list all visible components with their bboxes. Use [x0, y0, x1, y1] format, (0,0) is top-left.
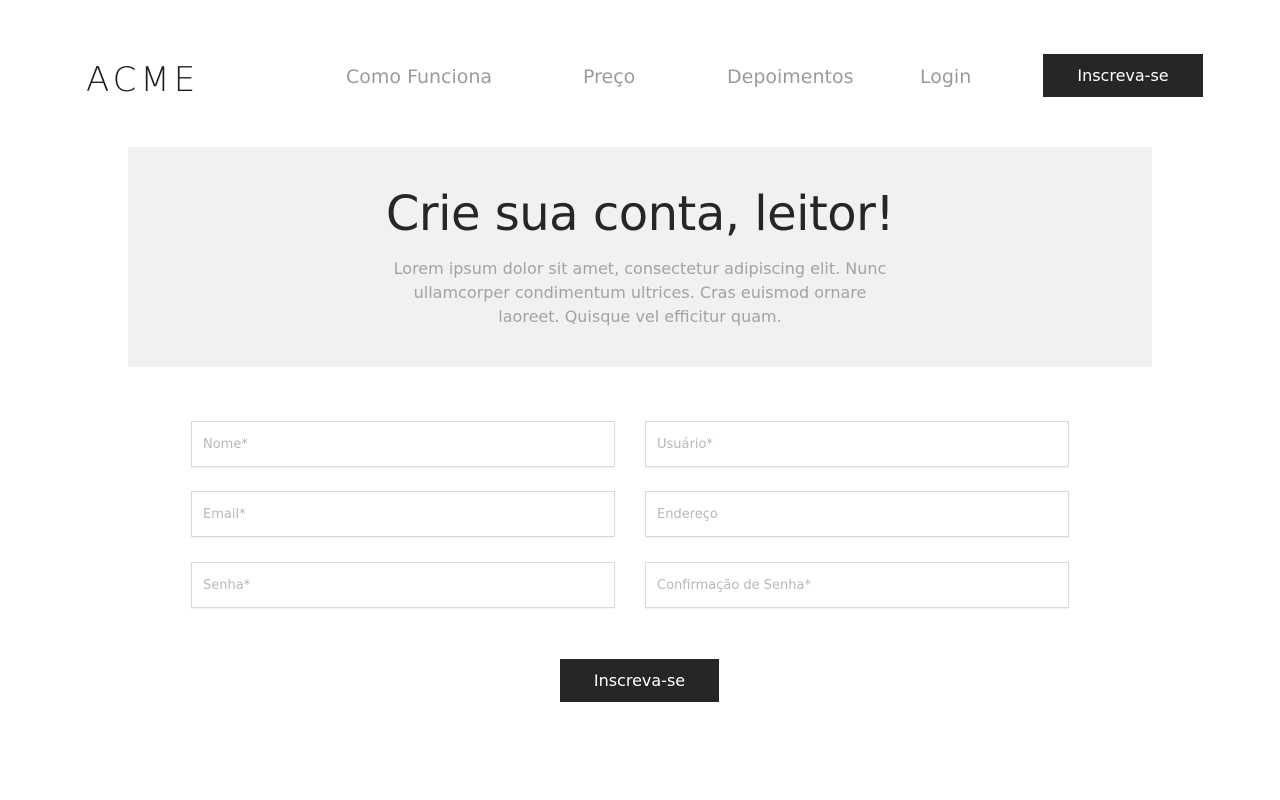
address-field[interactable] [645, 491, 1069, 537]
page-title: Crie sua conta, leitor! [385, 186, 895, 242]
nav-link-depoimentos[interactable]: Depoimentos [727, 66, 854, 88]
password-confirm-field[interactable] [645, 562, 1069, 608]
nav-link-preco[interactable]: Preço [583, 66, 635, 88]
hero-banner: Crie sua conta, leitor! Lorem ipsum dolo… [128, 147, 1152, 367]
nav-link-como-funciona[interactable]: Como Funciona [346, 66, 492, 88]
username-field[interactable] [645, 421, 1069, 467]
header-signup-button[interactable]: Inscreva-se [1043, 54, 1203, 97]
acme-logo[interactable]: ACME [86, 62, 199, 98]
email-field[interactable] [191, 491, 615, 537]
nav-link-login[interactable]: Login [920, 66, 971, 88]
hero-subtitle: Lorem ipsum dolor sit amet, consectetur … [393, 259, 887, 326]
name-field[interactable] [191, 421, 615, 467]
submit-signup-button[interactable]: Inscreva-se [560, 659, 719, 702]
password-field[interactable] [191, 562, 615, 608]
